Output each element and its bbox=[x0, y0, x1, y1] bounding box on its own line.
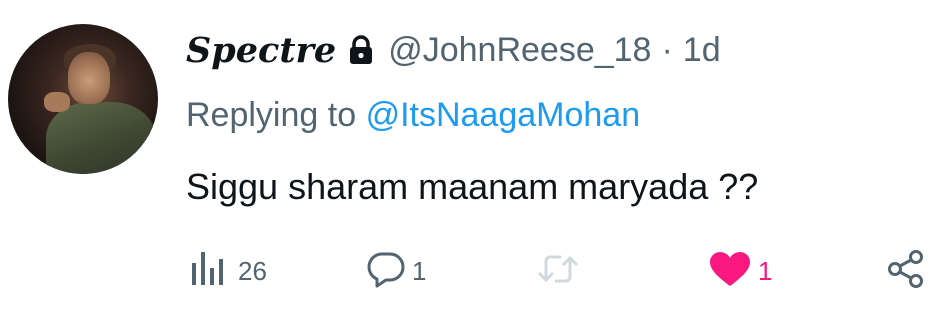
bar-chart-icon bbox=[190, 250, 232, 293]
views-button[interactable]: 26 bbox=[190, 250, 267, 292]
replying-to-label: Replying to bbox=[186, 96, 357, 134]
lock-icon bbox=[348, 35, 374, 65]
avatar[interactable] bbox=[8, 24, 158, 174]
retweet-button[interactable] bbox=[536, 250, 586, 292]
retweet-icon bbox=[536, 250, 580, 293]
replying-to: Replying to @ItsNaagaMohan bbox=[186, 96, 640, 135]
speech-bubble-icon bbox=[366, 250, 406, 293]
reply-count: 1 bbox=[412, 255, 427, 286]
views-count: 26 bbox=[238, 255, 267, 286]
user-handle[interactable]: @JohnReese_18 bbox=[388, 31, 651, 70]
like-count: 1 bbox=[758, 255, 773, 286]
timestamp[interactable]: 1d bbox=[683, 31, 721, 70]
separator: · bbox=[661, 30, 673, 69]
avatar-figure-body bbox=[46, 102, 156, 174]
reply-mention-link[interactable]: @ItsNaagaMohan bbox=[366, 96, 641, 134]
like-button[interactable]: 1 bbox=[708, 250, 772, 292]
display-name[interactable]: Spectre bbox=[186, 30, 336, 71]
avatar-figure-hand bbox=[44, 92, 70, 112]
tweet-header: Spectre @JohnReese_18 · 1d bbox=[186, 28, 721, 72]
avatar-figure-head bbox=[68, 52, 110, 104]
share-button[interactable] bbox=[886, 249, 926, 294]
share-icon bbox=[886, 249, 926, 294]
reply-button[interactable]: 1 bbox=[366, 250, 426, 292]
action-bar: 26 1 1 bbox=[186, 249, 939, 294]
heart-icon bbox=[708, 250, 752, 293]
tweet-text: Siggu sharam maanam maryada ?? bbox=[186, 166, 759, 207]
